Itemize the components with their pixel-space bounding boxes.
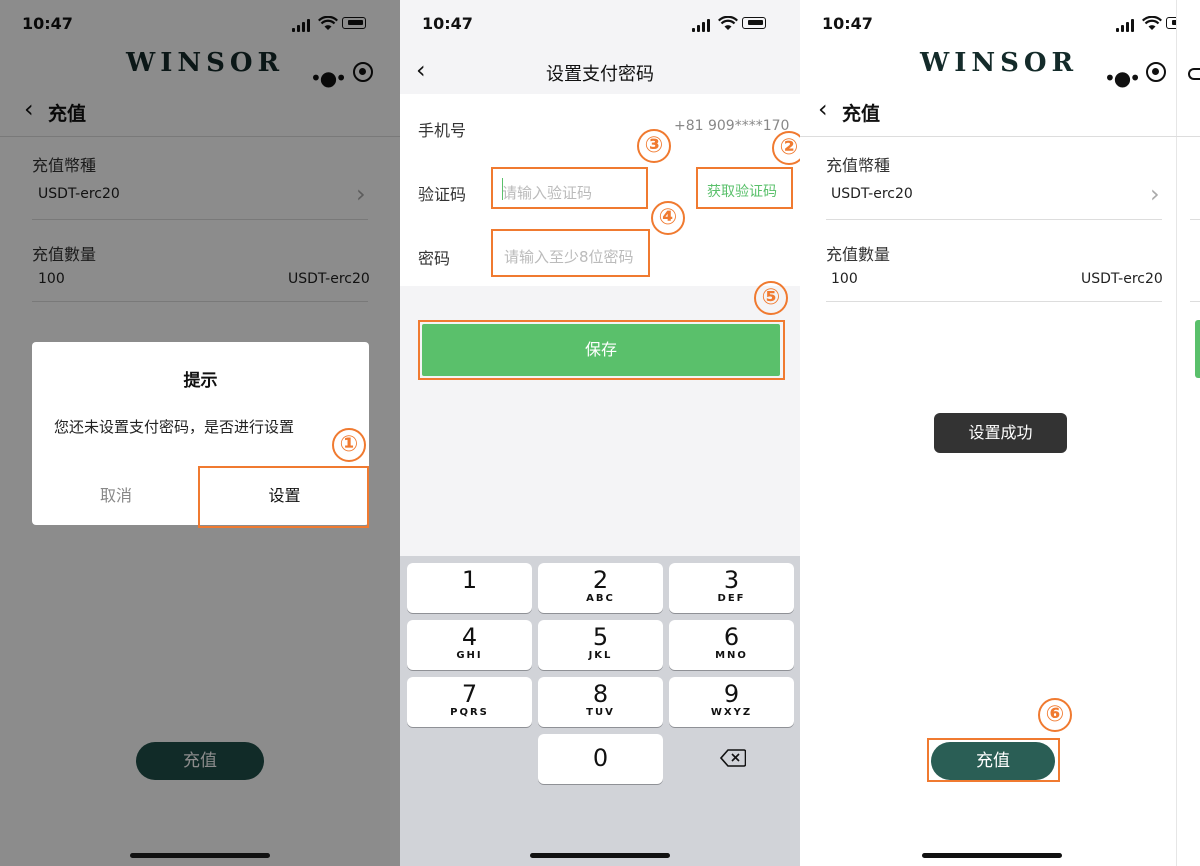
key-8[interactable]: 8 TUV: [538, 677, 663, 727]
password-label: 密码: [418, 249, 451, 268]
back-chevron-icon[interactable]: ‹: [818, 95, 828, 123]
status-time: 10:47: [422, 14, 473, 33]
screen-cropped-edge: [1176, 0, 1200, 866]
step-marker-4: ④: [651, 201, 685, 235]
status-bar: 10:47: [400, 0, 800, 48]
signal-bar: [1121, 25, 1124, 32]
amount-unit: USDT-erc20: [1081, 271, 1163, 287]
key-7[interactable]: 7 PQRS: [407, 677, 532, 727]
highlight-get-code: [696, 167, 793, 209]
field-divider: [826, 219, 1162, 220]
signal-bar: [1131, 19, 1134, 32]
screen-recharge-success: 10:47 WINSOR •●• ‹ 充值 充值幣種 USDT-erc20 ›: [800, 0, 1176, 866]
key-digit: 8: [592, 680, 609, 708]
cancel-button[interactable]: 取消: [32, 466, 200, 525]
key-digit: 1: [461, 566, 478, 594]
screen-set-payment-password: 10:47 ‹ 设置支付密码 手机号 +81 909****170 验证码 请输…: [400, 0, 800, 866]
battery-icon: [1166, 17, 1176, 29]
battery-icon: [742, 17, 766, 29]
wifi-icon: [718, 16, 738, 30]
phone-value: +81 909****170: [674, 118, 790, 134]
currency-value[interactable]: USDT-erc20: [831, 186, 913, 202]
key-digit: 7: [461, 680, 478, 708]
key-0[interactable]: 0: [538, 734, 663, 784]
status-icons: [692, 16, 766, 32]
save-button-cropped[interactable]: [1195, 320, 1200, 378]
key-6[interactable]: 6 MNO: [669, 620, 794, 670]
key-5[interactable]: 5 JKL: [538, 620, 663, 670]
screen-separator: [1176, 0, 1177, 866]
dialog-message: 您还未设置支付密码，是否进行设置: [54, 418, 295, 436]
key-letters: ABC: [586, 593, 615, 604]
key-9[interactable]: 9 WXYZ: [669, 677, 794, 727]
home-indicator: [922, 853, 1062, 858]
home-indicator: [530, 853, 670, 858]
brand-logo: WINSOR: [920, 48, 1079, 78]
key-2[interactable]: 2 ABC: [538, 563, 663, 613]
field-divider: [826, 301, 1162, 302]
signal-bar: [702, 22, 705, 32]
step-marker-6: ⑥: [1038, 698, 1072, 732]
key-digit: 6: [723, 623, 740, 651]
step-marker-2: ②: [772, 131, 800, 165]
key-3[interactable]: 3 DEF: [669, 563, 794, 613]
key-letters: GHI: [456, 650, 483, 661]
step-marker-3: ③: [637, 129, 671, 163]
target-icon[interactable]: [1146, 62, 1166, 82]
key-digit: 3: [723, 566, 740, 594]
code-label: 验证码: [418, 185, 467, 204]
status-bar: 10:47: [800, 0, 1176, 48]
highlight-recharge-button: [927, 738, 1060, 782]
key-letters: PQRS: [450, 707, 489, 718]
success-toast: 设置成功: [934, 413, 1067, 453]
key-letters: MNO: [715, 650, 748, 661]
dialog-title: 提示: [183, 371, 218, 391]
key-digit: 4: [461, 623, 478, 651]
screen-recharge-prompt: 10:47 WINSOR •●• ‹ 充值 充值幣種 USDT-erc20 ›: [0, 0, 400, 866]
highlight-set-button: [198, 466, 369, 528]
key-digit: 0: [592, 744, 609, 772]
key-letters: JKL: [588, 650, 613, 661]
field-divider: [1190, 219, 1200, 220]
amount-input[interactable]: 100: [831, 271, 858, 287]
signal-bar: [1126, 22, 1129, 32]
key-1[interactable]: 1: [407, 563, 532, 613]
header-divider: [1176, 136, 1200, 137]
highlight-code-input: [491, 167, 648, 209]
field-divider: [1190, 301, 1200, 302]
key-digit: 2: [592, 566, 609, 594]
key-letters: TUV: [586, 707, 615, 718]
highlight-password-input: [491, 229, 650, 277]
wifi-icon: [1142, 16, 1162, 30]
signal-bar: [707, 19, 710, 32]
key-4[interactable]: 4 GHI: [407, 620, 532, 670]
key-letters: WXYZ: [710, 707, 753, 718]
key-letters: DEF: [717, 593, 746, 604]
step-marker-5: ⑤: [754, 281, 788, 315]
key-digit: 9: [723, 680, 740, 708]
numeric-keypad: 1 2 ABC 3 DEF 4 GHI 5 JKL 6 MNO 7 PQRS 8 TUV 9W…: [400, 556, 800, 866]
delete-key-icon[interactable]: [720, 749, 746, 767]
signal-icon: [1116, 28, 1119, 32]
target-icon-cropped: [1188, 68, 1200, 80]
chevron-right-icon[interactable]: ›: [1150, 180, 1160, 208]
page-title: 充值: [842, 103, 881, 125]
phone-label: 手机号: [418, 121, 467, 140]
highlight-save-button: [418, 320, 785, 380]
page-title: 设置支付密码: [546, 64, 654, 85]
key-digit: 5: [592, 623, 609, 651]
amount-label: 充值數量: [826, 245, 891, 264]
signal-icon: [692, 28, 695, 32]
more-dots-icon[interactable]: •●•: [1104, 66, 1141, 90]
currency-label: 充值幣種: [826, 156, 891, 175]
step-marker-1: ①: [332, 428, 366, 462]
header-divider: [800, 136, 1176, 137]
signal-bar: [697, 25, 700, 32]
status-icons: [1116, 16, 1176, 32]
home-indicator: [130, 853, 270, 858]
stage: 10:47 WINSOR •●• ‹ 充值 充值幣種 USDT-erc20 ›: [0, 0, 1200, 866]
status-time: 10:47: [822, 14, 873, 33]
